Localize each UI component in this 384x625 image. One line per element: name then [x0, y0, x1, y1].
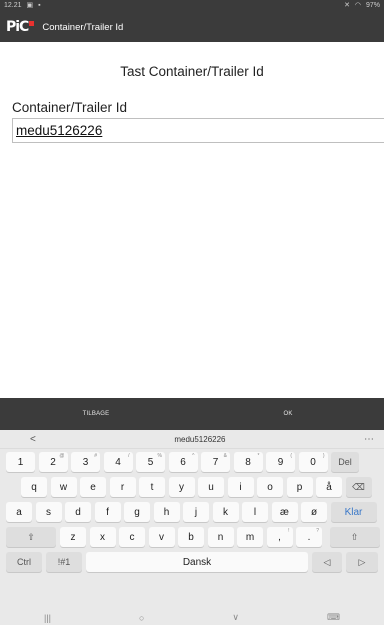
key-comma[interactable]: ,! [266, 527, 293, 547]
key-k[interactable]: k [212, 502, 239, 522]
key-n[interactable]: n [207, 527, 234, 547]
suggestion-bar: < medu5126226 ⋯ [0, 430, 384, 449]
container-id-label: Container/Trailer Id [12, 100, 128, 115]
key-w[interactable]: w [50, 477, 77, 497]
key-9[interactable]: 9( [266, 452, 295, 472]
status-left: 12.21 ▣ ▪ [4, 0, 44, 12]
key-8[interactable]: 8 * [233, 452, 263, 472]
soft-keyboard: < medu5126226 ⋯ 1 2 @3 #4/5% 6 ^ 7 & 8 * 9(0) Del q… [0, 430, 384, 625]
key-1[interactable]: 1 [6, 452, 35, 472]
recents-icon[interactable]: ||| [44, 613, 51, 623]
image-icon: ▪ [38, 2, 41, 9]
key-s[interactable]: s [35, 502, 62, 522]
keyboard-row-top: q w e r t y u i o p å ⌫ [0, 477, 384, 502]
key-a[interactable]: a [6, 502, 32, 522]
key-l[interactable]: l [242, 502, 268, 522]
key-6[interactable]: 6 ^ [168, 452, 198, 472]
status-right: ✕ ◠ 97% [341, 0, 380, 12]
home-icon[interactable]: ○ [139, 613, 144, 623]
key-m[interactable]: m [237, 527, 263, 547]
nav-back-icon[interactable]: ∨ [232, 612, 239, 623]
key-v[interactable]: v [148, 527, 175, 547]
key-d[interactable]: d [65, 502, 91, 522]
logo-text: PiC [6, 19, 29, 35]
key-r[interactable]: r [109, 477, 136, 497]
key-e[interactable]: e [80, 477, 106, 497]
key-i[interactable]: i [227, 477, 254, 497]
key-p[interactable]: p [286, 477, 313, 497]
key-4[interactable]: 4/ [103, 452, 133, 472]
app-logo: PiC [6, 19, 35, 35]
key-0[interactable]: 0) [298, 452, 328, 472]
key-y[interactable]: y [168, 477, 195, 497]
mute-icon: ✕ [344, 2, 350, 9]
delete-key[interactable]: Del [331, 452, 359, 472]
status-bar: 12.21 ▣ ▪ ✕ ◠ 97% [0, 0, 384, 12]
key-5[interactable]: 5% [136, 452, 165, 472]
key-x[interactable]: x [89, 527, 116, 547]
key-7[interactable]: 7 & [201, 452, 230, 472]
key-h[interactable]: h [153, 502, 180, 522]
ctrl-key[interactable]: Ctrl [6, 552, 42, 572]
battery-level: 97% [365, 2, 380, 9]
container-id-input[interactable]: medu5126226 [12, 118, 384, 143]
keyboard-row-bottom: ⇧ z x c v b n m,!.? ⇧ [0, 527, 384, 552]
key-å[interactable]: å [316, 477, 342, 497]
picture-icon: ▣ [26, 2, 34, 9]
key-t[interactable]: t [139, 477, 165, 497]
done-key[interactable]: Klar [330, 502, 377, 522]
shift-right-key[interactable]: ⇧ [329, 527, 380, 547]
keyboard-switch-icon[interactable]: ⌨ [327, 612, 340, 623]
key-period[interactable]: .? [296, 527, 322, 547]
ok-button[interactable]: OK [192, 398, 384, 430]
suggestion-word[interactable]: medu5126226 [36, 435, 364, 444]
status-time: 12.21 [4, 2, 22, 9]
navigation-bar: ||| ○ ∨ ⌨ [0, 610, 384, 625]
key-j[interactable]: j [183, 502, 209, 522]
key-o[interactable]: o [257, 477, 283, 497]
keyboard-row-space: Ctrl !#1 Dansk ◁ ▷ [0, 552, 384, 577]
key-u[interactable]: u [198, 477, 224, 497]
key-b[interactable]: b [178, 527, 204, 547]
action-bar: TILBAGE OK [0, 398, 384, 430]
app-bar: PiC Container/Trailer Id [0, 12, 384, 42]
key-z[interactable]: z [60, 527, 86, 547]
more-icon[interactable]: ⋯ [364, 434, 374, 445]
keyboard-row-numbers: 1 2 @3 #4/5% 6 ^ 7 & 8 * 9(0) Del [0, 452, 384, 477]
symbols-key[interactable]: !#1 [46, 552, 82, 572]
key-g[interactable]: g [124, 502, 150, 522]
key-ø[interactable]: ø [301, 502, 327, 522]
shift-left-key[interactable]: ⇧ [6, 527, 56, 547]
cursor-left-key[interactable]: ◁ [312, 552, 342, 572]
key-3[interactable]: 3 # [71, 452, 100, 472]
key-q[interactable]: q [21, 477, 47, 497]
space-key[interactable]: Dansk [86, 552, 308, 572]
container-id-value: medu5126226 [16, 123, 103, 138]
wifi-icon: ◠ [354, 2, 362, 9]
app-title: Container/Trailer Id [42, 21, 124, 33]
key-c[interactable]: c [119, 527, 145, 547]
key-f[interactable]: f [94, 502, 121, 522]
keyboard-row-home: a s d f g h j k l æ ø Klar [0, 502, 384, 527]
backspace-key[interactable]: ⌫ [345, 477, 372, 497]
back-button[interactable]: TILBAGE [0, 398, 192, 430]
cursor-right-key[interactable]: ▷ [346, 552, 378, 572]
logo-mark [29, 20, 35, 26]
key-2[interactable]: 2 @ [38, 452, 68, 472]
key-æ[interactable]: æ [271, 502, 298, 522]
page-heading: Tast Container/Trailer Id [120, 64, 264, 79]
